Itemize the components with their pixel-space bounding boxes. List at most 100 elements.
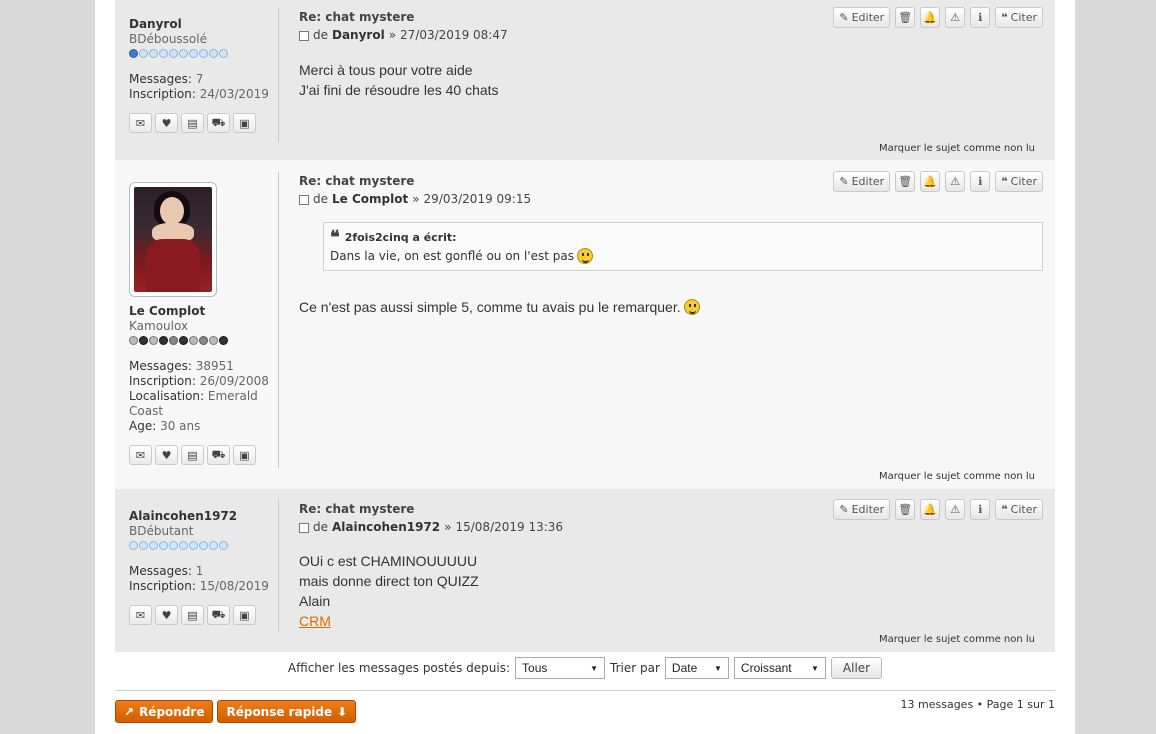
edit-button[interactable]: ✎ Editer bbox=[833, 7, 891, 28]
user-rank: BDéboussolé bbox=[129, 32, 207, 46]
quote-button[interactable]: ❝ Citer bbox=[995, 171, 1043, 192]
since-label: Afficher les messages postés depuis: bbox=[287, 661, 511, 675]
post-line: Merci à tous pour votre aide bbox=[299, 62, 473, 78]
inscription-label: Inscription: bbox=[129, 374, 196, 388]
report-button[interactable]: ⚠ bbox=[945, 171, 966, 192]
report-button[interactable]: ⚠ bbox=[945, 7, 966, 28]
rank-dot bbox=[199, 49, 208, 58]
notify-button[interactable]: 🔔 bbox=[920, 499, 941, 520]
heart-icon[interactable]: ♥ bbox=[155, 445, 178, 465]
quote-button[interactable]: ❝ Citer bbox=[995, 7, 1043, 28]
post-actions: ✎ Editer 🗑 🔔 ⚠ ℹ ❝ Citer bbox=[833, 171, 1043, 192]
go-button[interactable]: Aller bbox=[830, 657, 883, 679]
crm-link[interactable]: CRM bbox=[299, 613, 331, 629]
post-profile: Danyrol BDéboussolé Messages: 7 Inscript… bbox=[129, 17, 279, 133]
quick-reply-button[interactable]: Réponse rapide ⬇ bbox=[217, 700, 357, 723]
image-icon[interactable]: ▣ bbox=[233, 445, 256, 465]
notify-button[interactable]: 🔔 bbox=[920, 171, 941, 192]
heart-icon[interactable]: ♥ bbox=[155, 113, 178, 133]
cart-icon[interactable]: ⛟ bbox=[207, 113, 230, 133]
post-link-icon[interactable] bbox=[299, 523, 309, 533]
post-author[interactable]: Alaincohen1972 bbox=[332, 520, 440, 534]
heart-icon[interactable]: ♥ bbox=[155, 605, 178, 625]
post-3: Alaincohen1972 BDébutant Messages: 1 Ins… bbox=[115, 489, 1055, 652]
post-actions: ✎ Editer 🗑 🔔 ⚠ ℹ ❝ Citer bbox=[833, 499, 1043, 520]
post-date: 15/08/2019 13:36 bbox=[455, 520, 564, 534]
post-content: Re: chat mystere de Le Complot » 29/03/2… bbox=[299, 174, 1043, 317]
envelope-icon[interactable]: ✉ bbox=[129, 113, 152, 133]
info-button[interactable]: ℹ bbox=[970, 171, 991, 192]
order-select[interactable]: Croissant ▼ bbox=[733, 657, 826, 679]
info-button[interactable]: ℹ bbox=[970, 7, 991, 28]
delete-button[interactable]: 🗑 bbox=[895, 499, 916, 520]
messages-count[interactable]: 1 bbox=[196, 564, 204, 578]
rank-dots bbox=[129, 49, 279, 59]
image-icon[interactable]: ▣ bbox=[233, 113, 256, 133]
post-line: Alain bbox=[299, 593, 331, 609]
rank-dot bbox=[189, 336, 198, 345]
quote-icon: ❝ bbox=[1001, 11, 1008, 24]
user-stats: Messages: 38951 Inscription: 26/09/2008 … bbox=[129, 359, 279, 434]
post-link-icon[interactable] bbox=[299, 31, 309, 41]
messages-count[interactable]: 38951 bbox=[196, 359, 234, 373]
quote-button[interactable]: ❝ Citer bbox=[995, 499, 1043, 520]
username[interactable]: Alaincohen1972 bbox=[129, 509, 279, 523]
divider bbox=[278, 499, 279, 631]
avatar[interactable] bbox=[129, 182, 217, 297]
rank-dot bbox=[209, 541, 218, 550]
post-link-icon[interactable] bbox=[299, 195, 309, 205]
wink-smiley-icon bbox=[576, 248, 593, 264]
quote-mark-icon: ❝ bbox=[330, 226, 340, 248]
reply-button[interactable]: ↗ Répondre bbox=[115, 700, 214, 723]
rank-dot bbox=[189, 541, 198, 550]
image-icon[interactable]: ▣ bbox=[233, 605, 256, 625]
post-date: 27/03/2019 08:47 bbox=[400, 28, 508, 42]
mark-unread-link[interactable]: Marquer le sujet comme non lu bbox=[879, 634, 1035, 645]
rank-dot bbox=[159, 336, 168, 345]
notify-button[interactable]: 🔔 bbox=[920, 7, 941, 28]
cart-icon[interactable]: ⛟ bbox=[207, 445, 230, 465]
edit-button[interactable]: ✎ Editer bbox=[833, 499, 891, 520]
inscription-label: Inscription: bbox=[129, 87, 196, 101]
post-author[interactable]: Danyrol bbox=[332, 28, 385, 42]
since-select[interactable]: Tous ▼ bbox=[515, 657, 606, 679]
delete-button[interactable]: 🗑 bbox=[895, 171, 916, 192]
by-label: de bbox=[313, 28, 328, 42]
info-icon: ℹ bbox=[978, 11, 983, 24]
cart-icon[interactable]: ⛟ bbox=[207, 605, 230, 625]
sort-select[interactable]: Date ▼ bbox=[664, 657, 729, 679]
edit-label: Editer bbox=[851, 11, 885, 24]
inscription-date: 15/08/2019 bbox=[199, 579, 269, 593]
post-author[interactable]: Le Complot bbox=[332, 192, 408, 206]
quote-text: Dans la vie, on est gonflé ou on l'est p… bbox=[330, 248, 1036, 264]
mark-unread-link[interactable]: Marquer le sujet comme non lu bbox=[879, 143, 1035, 154]
report-button[interactable]: ⚠ bbox=[945, 499, 966, 520]
info-button[interactable]: ℹ bbox=[970, 499, 991, 520]
rank-dot bbox=[129, 49, 138, 58]
rank-dot bbox=[159, 49, 168, 58]
envelope-icon[interactable]: ✉ bbox=[129, 445, 152, 465]
envelope-icon[interactable]: ✉ bbox=[129, 605, 152, 625]
quote-block: ❝ 2fois2cinq a écrit: Dans la vie, on es… bbox=[323, 222, 1043, 271]
messages-count[interactable]: 7 bbox=[196, 72, 204, 86]
bell-icon: 🔔 bbox=[923, 11, 938, 24]
inscription-label: Inscription: bbox=[129, 579, 196, 593]
rank-dot bbox=[219, 49, 228, 58]
trash-icon: 🗑 bbox=[898, 175, 913, 188]
quote-author[interactable]: 2fois2cinq a écrit: bbox=[345, 231, 457, 244]
mark-unread-link[interactable]: Marquer le sujet comme non lu bbox=[879, 471, 1035, 482]
username[interactable]: Le Complot bbox=[129, 304, 279, 318]
username[interactable]: Danyrol bbox=[129, 17, 279, 31]
edit-button[interactable]: ✎ Editer bbox=[833, 171, 891, 192]
rank-dot bbox=[149, 49, 158, 58]
book-icon[interactable]: ▤ bbox=[181, 445, 204, 465]
by-label: de bbox=[313, 192, 328, 206]
book-icon[interactable]: ▤ bbox=[181, 113, 204, 133]
delete-button[interactable]: 🗑 bbox=[895, 7, 916, 28]
post-meta: de Danyrol » 27/03/2019 08:47 bbox=[299, 28, 1043, 42]
book-icon[interactable]: ▤ bbox=[181, 605, 204, 625]
user-stats: Messages: 7 Inscription: 24/03/2019 bbox=[129, 72, 279, 102]
separator-line bbox=[115, 690, 1055, 691]
rank-dot bbox=[169, 541, 178, 550]
rank-dot bbox=[209, 49, 218, 58]
